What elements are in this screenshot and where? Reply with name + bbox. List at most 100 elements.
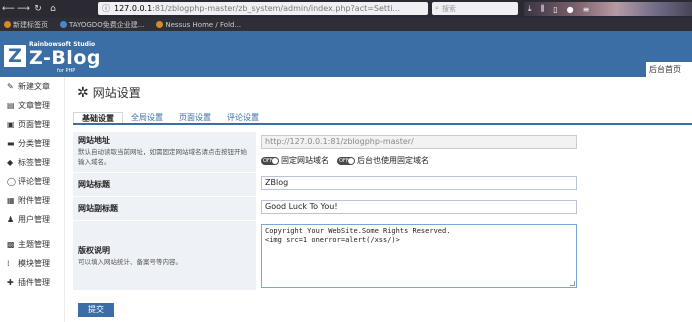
- resize-grip-icon[interactable]: [570, 281, 575, 286]
- extension-icon[interactable]: ●: [567, 5, 574, 14]
- article-icon: ▤: [7, 101, 15, 110]
- tab-global[interactable]: 全局设置: [123, 112, 171, 123]
- forward-icon[interactable]: ⟶: [17, 3, 30, 15]
- sidebar-item-label: 用户管理: [18, 215, 50, 224]
- info-icon[interactable]: ⓘ: [102, 3, 110, 14]
- browser-toolbar-right: ⤓ ⫼ ▯ ● ≡: [524, 2, 692, 16]
- plugin-icon: ✚: [7, 278, 14, 287]
- sidebar-item-pages[interactable]: ▣ 页面管理: [0, 115, 64, 134]
- fixed-domain-toggle-wrap: OFF 固定网站域名: [261, 155, 329, 166]
- home-tab[interactable]: 后台首页: [646, 62, 692, 77]
- browser-nav: ⟵ ⟶ ↻ ⌂: [2, 2, 59, 16]
- site-title-label: 网站标题: [78, 180, 110, 189]
- search-bar[interactable]: ⌕ 搜索: [432, 2, 518, 15]
- copyright-textarea[interactable]: Copyright Your WebSite.Some Rights Reser…: [261, 224, 577, 288]
- site-url-toggles: OFF 固定网站域名 OFF 后台也使用固定域名: [261, 155, 687, 166]
- bookmark-item[interactable]: TAYOGDO免费企业建...: [60, 20, 144, 30]
- admin-fixed-domain-toggle[interactable]: OFF: [337, 156, 355, 165]
- site-subtitle-value-cell: Good Luck To You!: [256, 197, 692, 220]
- sidebar-item-label: 附件管理: [18, 196, 50, 205]
- bookmark-icon: [156, 21, 164, 28]
- edit-icon: ✎: [7, 82, 14, 91]
- site-title-label-cell: 网站标题: [73, 173, 256, 196]
- sidebar-icon[interactable]: ▯: [553, 5, 557, 14]
- sidebar-item-articles[interactable]: ▤ 文章管理: [0, 96, 64, 115]
- bookmark-item[interactable]: Nessus Home / Fold...: [156, 21, 241, 29]
- sidebar-item-label: 页面管理: [18, 120, 50, 129]
- url-path: :81/zblogphp-master/zb_system/admin/inde…: [152, 4, 401, 13]
- back-icon[interactable]: ⟵: [2, 3, 15, 15]
- sidebar-item-label: 分类管理: [18, 139, 50, 148]
- menu-icon[interactable]: ≡: [583, 5, 590, 14]
- library-icon[interactable]: ⫼: [541, 4, 545, 14]
- page-title: ✲ 网站设置: [77, 84, 141, 101]
- copyright-value-cell: Copyright Your WebSite.Some Rights Reser…: [256, 221, 692, 290]
- bookmark-icon: [60, 21, 67, 28]
- sidebar-item-label: 文章管理: [18, 101, 50, 110]
- site-title-input[interactable]: ZBlog: [261, 176, 577, 190]
- site-subtitle-row: 网站副标题 Good Luck To You!: [73, 197, 692, 221]
- search-placeholder: 搜索: [441, 4, 456, 13]
- toggle-knob: [348, 157, 354, 164]
- site-url-label: 网站地址: [78, 136, 110, 145]
- sidebar: ✎ 新建文章 ▤ 文章管理 ▣ 页面管理 ▬ 分类管理 ◆ 标签管理 ◯ 评论管…: [0, 77, 65, 322]
- page-icon: ▣: [7, 120, 15, 129]
- submit-button[interactable]: 提交: [78, 303, 114, 317]
- site-url-value-cell: http://127.0.0.1:81/zblogphp-master/ OFF…: [256, 132, 692, 172]
- settings-form: 网站地址 默认自动读取当前网址，如需固定网站域名请点击按钮开始输入域名。 htt…: [73, 132, 692, 291]
- sidebar-item-attachments[interactable]: ▦ 附件管理: [0, 191, 64, 210]
- copyright-label-cell: 版权说明 可以填入网站统计、备案号等内容。: [73, 221, 256, 290]
- logo[interactable]: Z Rainbowsoft Studio Z-Blog for PHP: [4, 41, 119, 74]
- sidebar-item-comments[interactable]: ◯ 评论管理: [0, 172, 64, 191]
- fixed-domain-toggle[interactable]: OFF: [261, 156, 279, 165]
- sidebar-item-new-article[interactable]: ✎ 新建文章: [0, 77, 64, 96]
- site-url-input[interactable]: http://127.0.0.1:81/zblogphp-master/: [261, 135, 577, 149]
- copyright-text: Copyright Your WebSite.Some Rights Reser…: [265, 227, 451, 244]
- tag-icon: ◆: [7, 158, 14, 167]
- copyright-label: 版权说明: [78, 245, 110, 255]
- sidebar-item-label: 模块管理: [18, 259, 50, 268]
- sidebar-item-plugins[interactable]: ✚ 插件管理: [0, 273, 64, 292]
- tab-page[interactable]: 页面设置: [171, 112, 219, 123]
- browser-chrome: ⟵ ⟶ ↻ ⌂ ⓘ 127.0.0.1 :81/zblogphp-master/…: [0, 0, 692, 31]
- sidebar-item-modules[interactable]: ⁞ 模块管理: [0, 254, 64, 273]
- bookmark-item[interactable]: 新建标签页: [4, 20, 48, 30]
- module-icon: ⁞: [7, 259, 10, 268]
- tab-comment[interactable]: 评论设置: [219, 112, 267, 123]
- sidebar-item-label: 评论管理: [18, 177, 50, 186]
- bookmark-icon: [4, 21, 11, 28]
- sidebar-item-label: 标签管理: [18, 158, 50, 167]
- user-icon: ♟: [7, 215, 15, 224]
- url-bar[interactable]: ⓘ 127.0.0.1 :81/zblogphp-master/zb_syste…: [98, 2, 428, 15]
- main-content: ✲ 网站设置 基础设置 全局设置 页面设置 评论设置 网站地址 默认自动读取当前…: [65, 77, 692, 322]
- logo-text: Rainbowsoft Studio Z-Blog for PHP: [29, 41, 119, 74]
- sidebar-item-label: 新建文章: [18, 82, 50, 91]
- sidebar-item-categories[interactable]: ▬ 分类管理: [0, 134, 64, 153]
- site-url-row: 网站地址 默认自动读取当前网址，如需固定网站域名请点击按钮开始输入域名。 htt…: [73, 132, 692, 173]
- search-icon: ⌕: [435, 4, 439, 12]
- sidebar-item-themes[interactable]: ▩ 主题管理: [0, 235, 64, 254]
- sidebar-item-label: 插件管理: [18, 278, 50, 287]
- folder-icon: ▬: [7, 139, 15, 148]
- theme-icon: ▩: [7, 240, 15, 249]
- site-subtitle-input[interactable]: Good Luck To You!: [261, 200, 577, 214]
- toggle-knob: [272, 157, 278, 164]
- site-url-label-cell: 网站地址 默认自动读取当前网址，如需固定网站域名请点击按钮开始输入域名。: [73, 132, 256, 172]
- bookmarks-bar: 新建标签页 TAYOGDO免费企业建... Nessus Home / Fold…: [0, 18, 692, 31]
- app-header: Z Rainbowsoft Studio Z-Blog for PHP 后台首页: [0, 31, 692, 77]
- attachment-icon: ▦: [7, 196, 15, 205]
- admin-fixed-domain-label: 后台也使用固定域名: [357, 156, 429, 165]
- home-icon[interactable]: ⌂: [47, 3, 59, 15]
- tab-basic[interactable]: 基础设置: [73, 112, 123, 123]
- logo-name: Z-Blog: [29, 47, 101, 69]
- reload-icon[interactable]: ↻: [32, 3, 44, 15]
- fixed-domain-label: 固定网站域名: [281, 156, 329, 165]
- copyright-row: 版权说明 可以填入网站统计、备案号等内容。 Copyright Your Web…: [73, 221, 692, 291]
- site-subtitle-label-cell: 网站副标题: [73, 197, 256, 220]
- sidebar-item-tags[interactable]: ◆ 标签管理: [0, 153, 64, 172]
- site-subtitle-label: 网站副标题: [78, 204, 118, 213]
- sidebar-item-users[interactable]: ♟ 用户管理: [0, 210, 64, 229]
- download-icon[interactable]: ⤓: [528, 4, 532, 14]
- copyright-desc: 可以填入网站统计、备案号等内容。: [78, 257, 182, 266]
- sidebar-item-label: 主题管理: [18, 240, 50, 249]
